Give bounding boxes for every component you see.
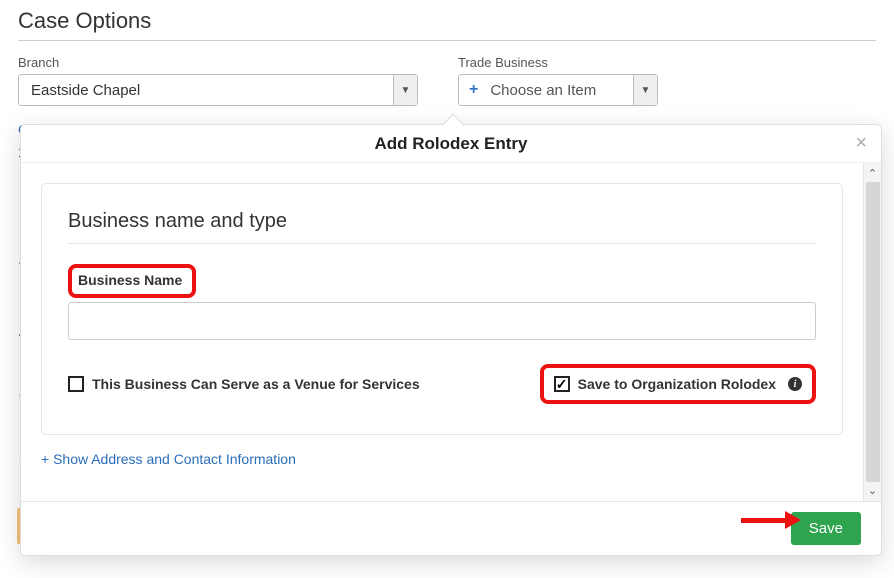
modal-header: Add Rolodex Entry × <box>21 125 881 163</box>
venue-checkbox-row[interactable]: This Business Can Serve as a Venue for S… <box>68 376 420 392</box>
scroll-up-icon[interactable]: ⌃ <box>868 167 877 180</box>
section-title: Business name and type <box>68 210 816 244</box>
page-title: Case Options <box>18 8 876 41</box>
org-rolodex-checkbox[interactable] <box>554 376 570 392</box>
venue-checkbox-label: This Business Can Serve as a Venue for S… <box>92 376 420 392</box>
org-rolodex-checkbox-row[interactable]: Save to Organization Rolodex i <box>554 376 802 392</box>
venue-checkbox[interactable] <box>68 376 84 392</box>
trade-label: Trade Business <box>458 55 658 70</box>
org-rolodex-label: Save to Organization Rolodex <box>578 376 776 392</box>
chevron-down-icon[interactable]: ▼ <box>393 75 417 105</box>
plus-icon: + <box>459 81 478 99</box>
add-rolodex-modal: Add Rolodex Entry × Business name and ty… <box>20 124 882 556</box>
arrow-line <box>741 518 785 523</box>
trade-business-field: Trade Business + Choose an Item ▼ <box>458 55 658 106</box>
chevron-down-icon[interactable]: ▼ <box>633 75 657 105</box>
expand-address-link[interactable]: + Show Address and Contact Information <box>41 451 296 467</box>
save-button[interactable]: Save <box>791 512 861 545</box>
trade-select[interactable]: + Choose an Item ▼ <box>458 74 658 106</box>
branch-label: Branch <box>18 55 418 70</box>
branch-select[interactable]: Eastside Chapel ▼ <box>18 74 418 106</box>
scroll-thumb[interactable] <box>866 182 880 482</box>
business-name-input[interactable] <box>68 302 816 340</box>
business-card: Business name and type Business Name Thi… <box>41 183 843 435</box>
business-name-label: Business Name <box>78 272 182 288</box>
modal-title: Add Rolodex Entry <box>374 134 527 154</box>
info-icon[interactable]: i <box>788 377 802 391</box>
branch-field: Branch Eastside Chapel ▼ <box>18 55 418 106</box>
modal-body: Business name and type Business Name Thi… <box>21 163 863 501</box>
branch-value: Eastside Chapel <box>19 82 393 99</box>
arrow-right-icon <box>785 511 801 529</box>
trade-placeholder: Choose an Item <box>478 82 633 99</box>
close-icon[interactable]: × <box>855 133 867 153</box>
highlight-business-name: Business Name <box>68 264 196 298</box>
field-row: Branch Eastside Chapel ▼ Trade Business … <box>18 55 876 106</box>
highlight-org-rolodex: Save to Organization Rolodex i <box>540 364 816 404</box>
scroll-down-icon[interactable]: ⌄ <box>868 484 877 497</box>
scrollbar[interactable]: ⌃ ⌄ <box>863 163 881 501</box>
annotation-arrow <box>741 511 801 529</box>
